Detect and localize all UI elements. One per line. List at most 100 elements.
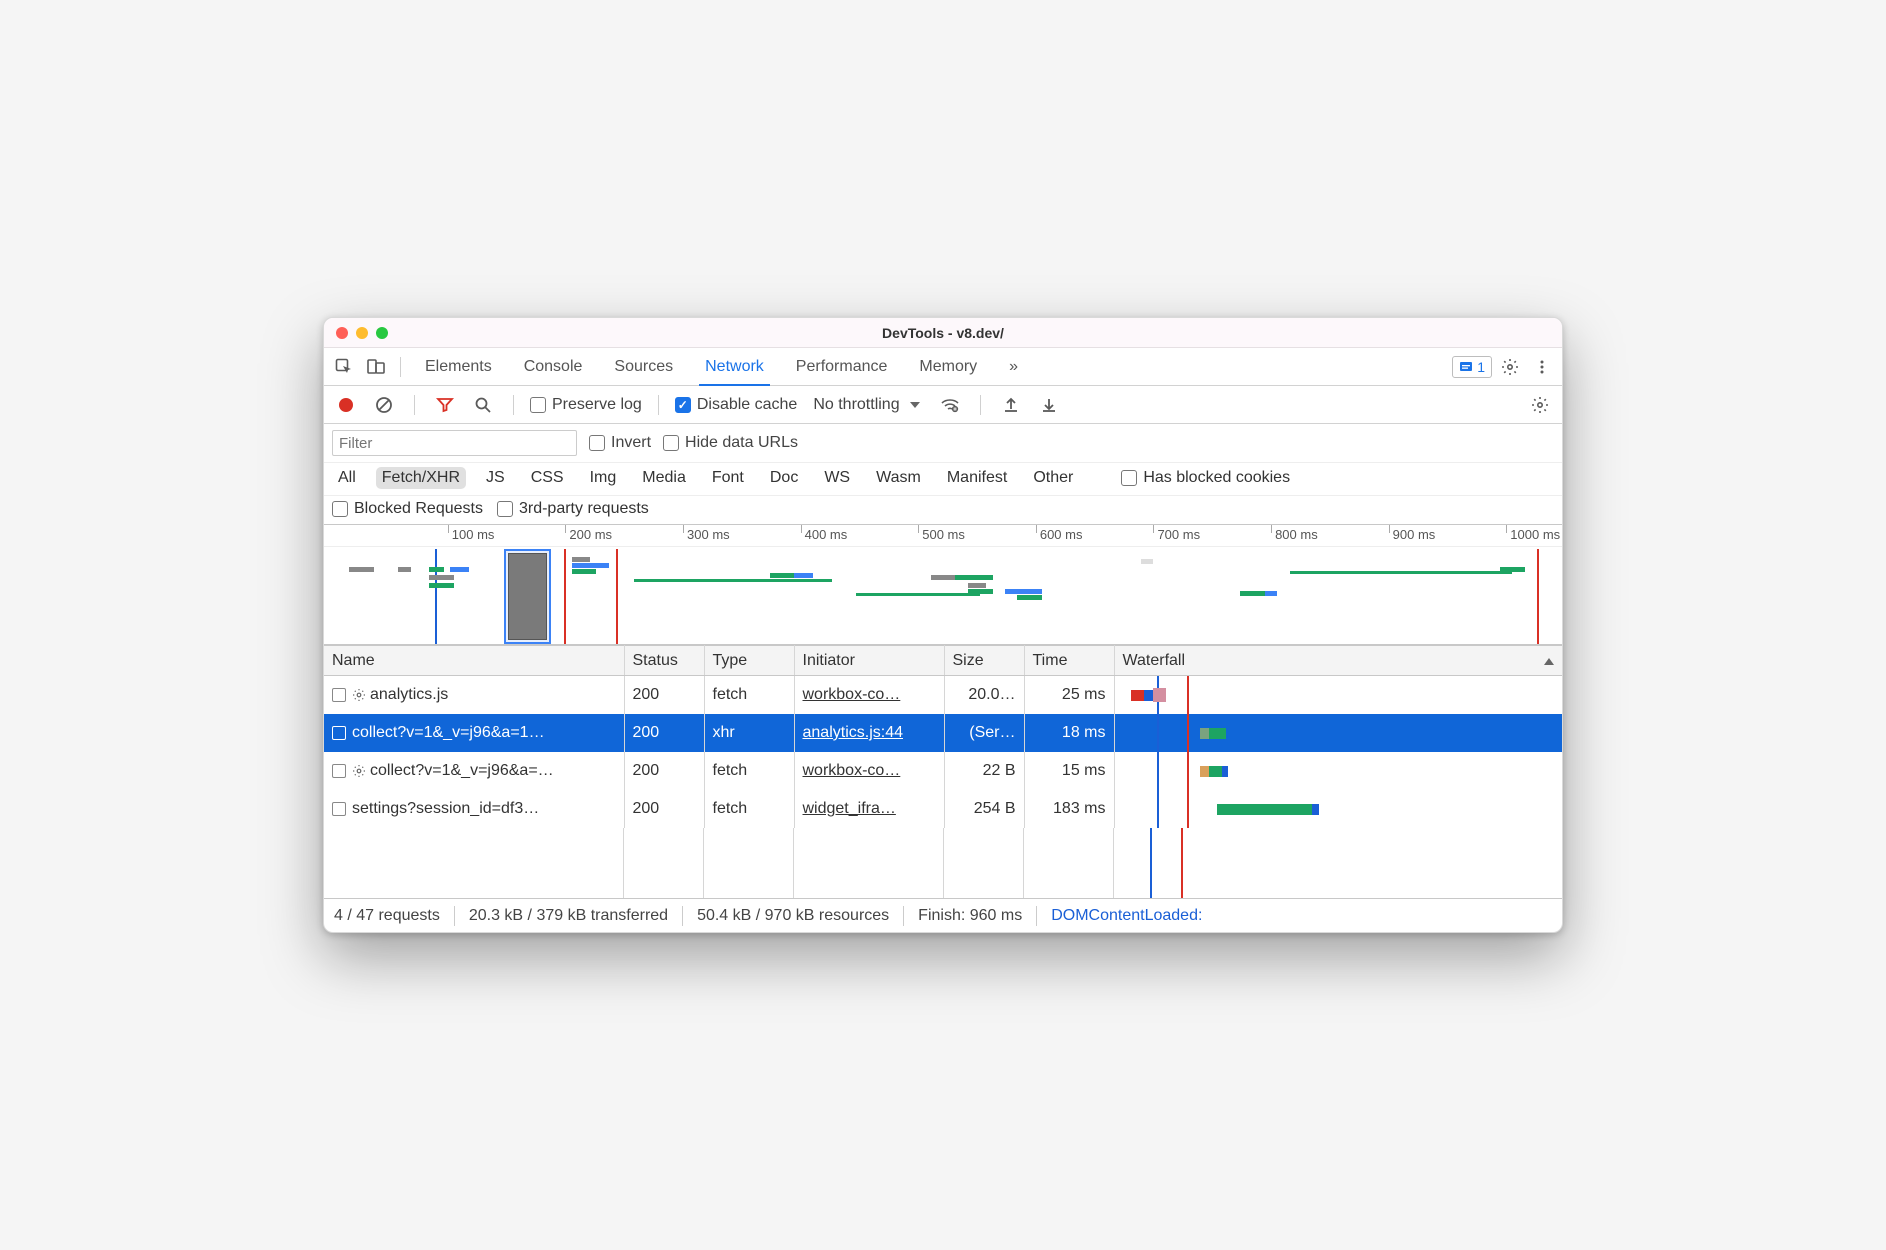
filter-media[interactable]: Media [636,467,692,489]
traffic-lights [336,327,388,339]
row-checkbox[interactable] [332,726,346,740]
timeline-selection[interactable] [504,549,551,644]
filter-wasm[interactable]: Wasm [870,467,927,489]
filter-css[interactable]: CSS [525,467,570,489]
divider [414,395,415,415]
table-row[interactable]: analytics.js200fetchworkbox-co…20.0…25 m… [324,676,1562,715]
col-header-name[interactable]: Name [324,646,624,676]
request-size: 20.0… [968,686,1015,703]
maximize-window-button[interactable] [376,327,388,339]
status-bar: 4 / 47 requests 20.3 kB / 379 kB transfe… [324,898,1562,932]
invert-checkbox[interactable]: Invert [589,434,651,452]
search-icon[interactable] [469,391,497,419]
request-status: 200 [633,800,660,817]
status-transferred: 20.3 kB / 379 kB transferred [469,907,668,925]
table-row[interactable]: collect?v=1&_v=j96&a=1…200xhranalytics.j… [324,714,1562,752]
issues-icon [1459,360,1473,374]
request-initiator-link[interactable]: workbox-co… [803,762,901,779]
waterfall-cell [1123,719,1555,747]
tab-sources[interactable]: Sources [600,348,687,385]
kebab-menu-icon[interactable] [1528,353,1556,381]
hide-data-urls-checkbox[interactable]: Hide data URLs [663,434,798,452]
filter-other[interactable]: Other [1027,467,1079,489]
request-name: settings?session_id=df3… [352,800,539,817]
panel-settings-icon[interactable] [1526,391,1554,419]
settings-gear-icon[interactable] [1496,353,1524,381]
col-header-waterfall[interactable]: Waterfall [1114,646,1562,676]
titlebar: DevTools - v8.dev/ [324,318,1562,348]
record-button[interactable] [332,391,360,419]
tab-more[interactable]: » [995,348,1032,385]
network-conditions-icon[interactable] [936,391,964,419]
table-row[interactable]: settings?session_id=df3…200fetchwidget_i… [324,790,1562,828]
extra-filter-row: Blocked Requests 3rd-party requests [324,496,1562,525]
inspect-element-icon[interactable] [330,353,358,381]
tab-console[interactable]: Console [510,348,597,385]
issues-count: 1 [1477,359,1485,375]
blocked-requests-checkbox[interactable]: Blocked Requests [332,500,483,518]
blocked-requests-label: Blocked Requests [354,500,483,518]
divider [980,395,981,415]
status-dcl: DOMContentLoaded: [1051,907,1202,925]
filter-fetch-xhr[interactable]: Fetch/XHR [376,467,466,489]
request-initiator-link[interactable]: workbox-co… [803,686,901,703]
filter-row: Invert Hide data URLs [324,424,1562,463]
clear-button-icon[interactable] [370,391,398,419]
col-header-status[interactable]: Status [624,646,704,676]
row-checkbox[interactable] [332,688,346,702]
filter-input[interactable] [332,430,577,456]
device-toolbar-icon[interactable] [362,353,390,381]
filter-js[interactable]: JS [480,467,511,489]
row-checkbox[interactable] [332,802,346,816]
disable-cache-checkbox[interactable]: Disable cache [675,396,798,414]
throttling-value: No throttling [813,396,899,414]
close-window-button[interactable] [336,327,348,339]
tab-performance[interactable]: Performance [782,348,902,385]
request-status: 200 [633,724,660,741]
request-time: 18 ms [1062,724,1106,741]
request-initiator-link[interactable]: analytics.js:44 [803,724,904,741]
filter-img[interactable]: Img [584,467,623,489]
minimize-window-button[interactable] [356,327,368,339]
request-type: fetch [713,686,748,703]
filter-font[interactable]: Font [706,467,750,489]
request-size: 254 B [974,800,1016,817]
preserve-log-checkbox[interactable]: Preserve log [530,396,642,414]
request-time: 25 ms [1062,686,1106,703]
request-initiator-link[interactable]: widget_ifra… [803,800,896,817]
has-blocked-cookies-checkbox[interactable]: Has blocked cookies [1121,469,1290,487]
request-name: analytics.js [370,686,448,703]
tab-memory[interactable]: Memory [905,348,991,385]
preserve-log-label: Preserve log [552,396,642,414]
third-party-checkbox[interactable]: 3rd-party requests [497,500,649,518]
col-header-initiator[interactable]: Initiator [794,646,944,676]
col-header-type[interactable]: Type [704,646,794,676]
disable-cache-label: Disable cache [697,396,798,414]
download-har-icon[interactable] [1035,391,1063,419]
filter-doc[interactable]: Doc [764,467,804,489]
col-header-size[interactable]: Size [944,646,1024,676]
issues-badge[interactable]: 1 [1452,356,1492,378]
col-header-time[interactable]: Time [1024,646,1114,676]
status-resources: 50.4 kB / 970 kB resources [697,907,889,925]
row-checkbox[interactable] [332,764,346,778]
filter-all[interactable]: All [332,467,362,489]
timeline-ticks: 100 ms200 ms300 ms400 ms500 ms600 ms700 … [324,525,1562,547]
request-status: 200 [633,762,660,779]
request-time: 183 ms [1053,800,1105,817]
waterfall-cell [1123,795,1555,823]
filter-ws[interactable]: WS [818,467,856,489]
divider [658,395,659,415]
tab-elements[interactable]: Elements [411,348,506,385]
filter-manifest[interactable]: Manifest [941,467,1013,489]
throttling-select[interactable]: No throttling [807,396,925,414]
upload-har-icon[interactable] [997,391,1025,419]
request-time: 15 ms [1062,762,1106,779]
tab-network[interactable]: Network [691,348,778,385]
table-row[interactable]: collect?v=1&_v=j96&a=…200fetchworkbox-co… [324,752,1562,790]
requests-table: Name Status Type Initiator Size Time Wat… [324,645,1562,828]
filter-icon[interactable] [431,391,459,419]
hide-data-urls-label: Hide data URLs [685,434,798,452]
timeline-overview[interactable]: 100 ms200 ms300 ms400 ms500 ms600 ms700 … [324,525,1562,645]
request-size: (Ser… [969,724,1015,741]
